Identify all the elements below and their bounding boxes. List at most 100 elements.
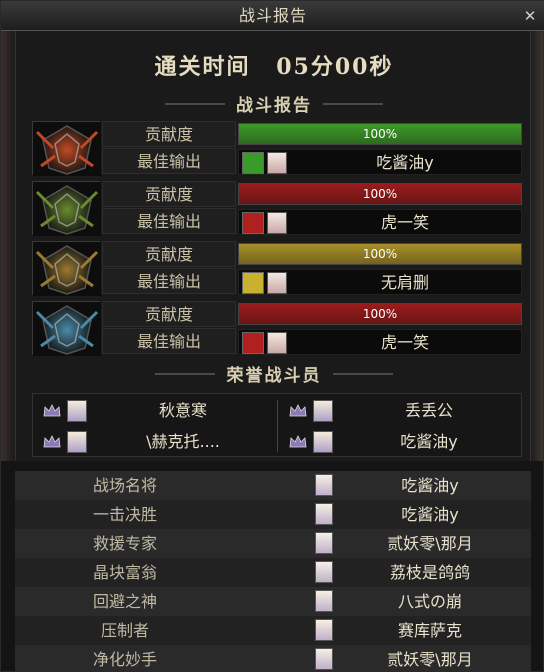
award-player[interactable]: 贰妖零\那月: [345, 529, 515, 558]
honor-member[interactable]: 秋意寒: [33, 396, 277, 426]
contribution-bar: 100%: [238, 243, 522, 265]
avatar: [315, 503, 333, 525]
best-output-label: 最佳输出: [102, 328, 236, 354]
report-row: 贡献度 最佳输出 100% 虎一笑: [32, 181, 522, 236]
gold-emblem-icon: [32, 241, 101, 296]
best-output: 吃酱油y: [238, 149, 522, 175]
award-player[interactable]: 贰妖零\那月: [345, 645, 515, 672]
best-output-player[interactable]: 无肩删: [291, 270, 519, 296]
award-title: 晶块富翁: [92, 563, 157, 582]
crown-icon: [289, 435, 307, 448]
divider-left: [155, 372, 216, 375]
honor-members: 秋意寒 丢丢公 \赫克托.... 吃酱油y: [32, 393, 522, 457]
clear-time: 通关时间 05分00秒: [16, 49, 532, 81]
best-output-player[interactable]: 吃酱油y: [291, 150, 519, 176]
honor-member-name: \赫克托....: [146, 432, 220, 451]
report-heading: 战斗报告: [16, 91, 532, 116]
gold-blade-icon: [242, 272, 264, 294]
avatar: [315, 619, 333, 641]
avatar: [67, 400, 87, 422]
award-row: 战场名将 吃酱油y: [15, 471, 531, 500]
left-frame: [1, 31, 15, 461]
avatar: [315, 474, 333, 496]
contribution-label: 贡献度: [102, 181, 236, 207]
contribution-value: 100%: [362, 307, 398, 321]
battle-report-window: 战斗报告 ✕ 通关时间 05分00秒 战斗报告 贡献度 最佳输出 100% 吃酱油y 贡…: [0, 0, 544, 672]
best-output: 无肩删: [238, 269, 522, 295]
clear-time-value: 05分00秒: [276, 54, 394, 80]
honor-member-name: 吃酱油y: [400, 432, 458, 451]
ice-emblem-icon: [32, 301, 101, 356]
red-claw-icon: [242, 212, 264, 234]
honor-divider: [277, 400, 278, 452]
award-row: 回避之神 八式の崩: [15, 587, 531, 616]
award-row: 净化妙手 贰妖零\那月: [15, 645, 531, 672]
divider-right: [323, 102, 384, 105]
contribution-bar: 100%: [238, 183, 522, 205]
best-output: 虎一笑: [238, 209, 522, 235]
honor-member[interactable]: \赫克托....: [33, 427, 277, 457]
divider-left: [164, 102, 225, 105]
award-row: 一击决胜 吃酱油y: [15, 500, 531, 529]
award-row: 晶块富翁 荔枝是鸽鸽: [15, 558, 531, 587]
contribution-label: 贡献度: [102, 241, 236, 267]
award-player[interactable]: 八式の崩: [345, 587, 515, 616]
avatar: [315, 648, 333, 670]
report-row: 贡献度 最佳输出 100% 虎一笑: [32, 301, 522, 356]
avatar: [313, 400, 333, 422]
award-title: 净化妙手: [92, 650, 157, 669]
best-output-player[interactable]: 虎一笑: [291, 330, 519, 356]
best-output-label: 最佳输出: [102, 148, 236, 174]
contribution-value: 100%: [362, 127, 398, 141]
best-output-player[interactable]: 虎一笑: [291, 210, 519, 236]
report-heading-text: 战斗报告: [236, 96, 312, 116]
award-title: 战场名将: [92, 476, 157, 495]
award-row: 救援专家 贰妖零\那月: [15, 529, 531, 558]
clear-time-label: 通关时间: [154, 54, 251, 80]
award-title: 救援专家: [92, 534, 157, 553]
honor-member-name: 秋意寒: [158, 401, 207, 420]
honor-member[interactable]: 吃酱油y: [279, 427, 523, 457]
avatar: [267, 152, 287, 174]
contribution-label: 贡献度: [102, 301, 236, 327]
window-title: 战斗报告: [238, 6, 307, 25]
award-player[interactable]: 吃酱油y: [345, 500, 515, 529]
contribution-bar: 100%: [238, 123, 522, 145]
green-blade-icon: [242, 152, 264, 174]
award-list: 战场名将 吃酱油y 一击决胜 吃酱油y 救援专家 贰妖零\那月 晶块富翁 荔枝是鸽鸽 回避之神八…: [15, 471, 531, 672]
report-panel: 通关时间 05分00秒 战斗报告 贡献度 最佳输出 100% 吃酱油y 贡献度 最佳输出 1…: [15, 31, 531, 461]
award-player[interactable]: 赛库萨克: [345, 616, 515, 645]
contribution-value: 100%: [362, 247, 398, 261]
best-output-label: 最佳输出: [102, 268, 236, 294]
contribution-bar: 100%: [238, 303, 522, 325]
avatar: [315, 590, 333, 612]
avatar: [67, 431, 87, 453]
fire-emblem-icon: [32, 121, 101, 176]
honor-member-name: 丢丢公: [404, 401, 453, 420]
avatar: [267, 212, 287, 234]
vine-emblem-icon: [32, 181, 101, 236]
avatar: [267, 332, 287, 354]
avatar: [315, 532, 333, 554]
award-player[interactable]: 吃酱油y: [345, 471, 515, 500]
honor-heading: 荣誉战斗员: [16, 361, 532, 386]
divider-right: [332, 372, 393, 375]
contribution-label: 贡献度: [102, 121, 236, 147]
contribution-value: 100%: [362, 187, 398, 201]
best-output: 虎一笑: [238, 329, 522, 355]
award-player[interactable]: 荔枝是鸽鸽: [345, 558, 515, 587]
crown-icon: [43, 435, 61, 448]
avatar: [313, 431, 333, 453]
red-claw-icon: [242, 332, 264, 354]
close-icon[interactable]: ✕: [521, 7, 539, 25]
report-row: 贡献度 最佳输出 100% 无肩删: [32, 241, 522, 296]
award-title: 回避之神: [92, 592, 157, 611]
report-row: 贡献度 最佳输出 100% 吃酱油y: [32, 121, 522, 176]
avatar: [315, 561, 333, 583]
crown-icon: [289, 404, 307, 417]
honor-member[interactable]: 丢丢公: [279, 396, 523, 426]
title-bar[interactable]: 战斗报告 ✕: [1, 1, 544, 31]
avatar: [267, 272, 287, 294]
award-title: 压制者: [100, 621, 149, 640]
best-output-label: 最佳输出: [102, 208, 236, 234]
